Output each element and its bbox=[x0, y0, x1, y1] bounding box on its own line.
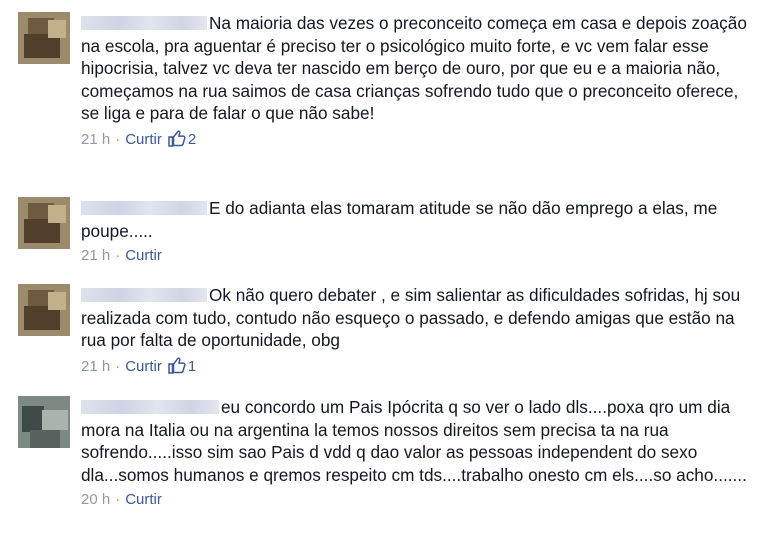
like-count[interactable]: 1 bbox=[168, 356, 197, 375]
redacted-name[interactable] bbox=[81, 288, 207, 302]
like-button[interactable]: Curtir bbox=[125, 131, 162, 148]
comment-meta: 21 h · Curtir bbox=[81, 247, 761, 265]
comment-body: Na maioria das vezes o preconceito começ… bbox=[81, 12, 761, 149]
comment: Ok não quero debater , e sim salientar a… bbox=[0, 284, 769, 384]
comment-meta: 21 h · Curtir 2 bbox=[81, 129, 761, 149]
like-count-value: 1 bbox=[187, 357, 197, 375]
comment-text: Ok não quero debater , e sim salientar a… bbox=[81, 284, 761, 352]
comment-time[interactable]: 20 h bbox=[81, 491, 110, 508]
like-button[interactable]: Curtir bbox=[125, 491, 162, 508]
avatar[interactable] bbox=[18, 396, 70, 448]
comment-text: E do adianta elas tomaram atitude se não… bbox=[81, 197, 761, 242]
separator: · bbox=[115, 247, 121, 264]
comment: Na maioria das vezes o preconceito começ… bbox=[0, 12, 769, 187]
comment-meta: 21 h · Curtir 1 bbox=[81, 356, 761, 376]
like-count-value: 2 bbox=[187, 130, 197, 148]
comment-time[interactable]: 21 h bbox=[81, 358, 110, 375]
separator: · bbox=[115, 357, 121, 375]
avatar[interactable] bbox=[18, 284, 70, 336]
comment: eu concordo um Pais Ipócrita q so ver o … bbox=[0, 396, 769, 551]
redacted-name[interactable] bbox=[81, 16, 207, 30]
comment-text: eu concordo um Pais Ipócrita q so ver o … bbox=[81, 396, 761, 486]
separator: · bbox=[115, 130, 121, 148]
comment-body: E do adianta elas tomaram atitude se não… bbox=[81, 197, 761, 265]
separator: · bbox=[115, 491, 121, 508]
avatar[interactable] bbox=[18, 197, 70, 249]
thumbs-up-icon bbox=[168, 129, 186, 147]
like-count[interactable]: 2 bbox=[168, 129, 197, 148]
like-button[interactable]: Curtir bbox=[125, 247, 162, 264]
avatar[interactable] bbox=[18, 12, 70, 64]
comment-body: Ok não quero debater , e sim salientar a… bbox=[81, 284, 761, 376]
comment-time[interactable]: 21 h bbox=[81, 247, 110, 264]
comment-body: eu concordo um Pais Ipócrita q so ver o … bbox=[81, 396, 761, 509]
comment-text: Na maioria das vezes o preconceito começ… bbox=[81, 12, 761, 125]
comment-meta: 20 h · Curtir bbox=[81, 491, 761, 509]
redacted-name[interactable] bbox=[81, 400, 219, 414]
comment-time[interactable]: 21 h bbox=[81, 131, 110, 148]
redacted-name[interactable] bbox=[81, 201, 207, 215]
thumbs-up-icon bbox=[168, 356, 186, 374]
comment: E do adianta elas tomaram atitude se não… bbox=[0, 197, 769, 277]
like-button[interactable]: Curtir bbox=[125, 358, 162, 375]
